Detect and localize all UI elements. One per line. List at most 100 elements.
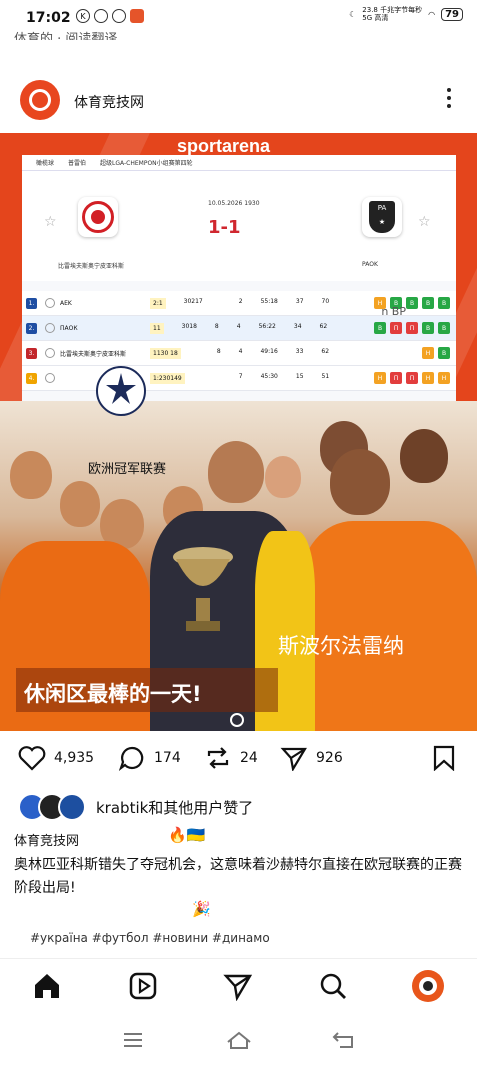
send-icon	[280, 747, 307, 771]
home-icon	[35, 974, 59, 998]
bottom-navigation	[0, 958, 477, 1019]
back-button[interactable]	[332, 1030, 356, 1054]
team-stats: 1130 18 8 4 49:16 33 62	[150, 347, 422, 359]
stat-cell: 70	[321, 297, 330, 305]
form-badges: НППНН	[374, 372, 450, 384]
post-actions: 4,935 174 24 926	[0, 740, 477, 780]
avatar	[58, 793, 86, 821]
form-badge: B	[438, 347, 450, 359]
team-name: AEK	[60, 299, 72, 307]
profile-tab[interactable]	[411, 969, 445, 1003]
favorite-star-icon: ☆	[44, 214, 57, 230]
stat-cell: 33	[295, 347, 304, 355]
messages-tab[interactable]	[221, 969, 255, 1003]
post-image[interactable]: sportarena 橄榄球 普雷伯 超级LGA-CHEMPON小组赛第四轮 ☆…	[0, 133, 477, 731]
stat-cell: 37	[295, 297, 304, 305]
moon-icon: ☾	[349, 9, 357, 19]
share-button[interactable]: 926	[280, 745, 343, 771]
overlay-text: n BP	[381, 305, 406, 318]
more-options-icon[interactable]	[447, 88, 451, 108]
form-badge: B	[374, 322, 386, 334]
caption-headline: 休闲区最棒的一天!	[24, 682, 202, 706]
liked-by-text: krabtik和其他用户赞了	[96, 798, 254, 817]
send-icon	[223, 974, 253, 1001]
stat-cell: 1130 18	[150, 347, 181, 359]
comment-button[interactable]: 174	[118, 745, 181, 771]
network-type: 5G 高清	[362, 14, 389, 22]
k-icon: K	[76, 9, 90, 23]
home-tab[interactable]	[30, 969, 64, 1003]
trophy-icon	[173, 547, 233, 631]
team-name: ПАОК	[60, 324, 78, 332]
party-emoji: 🎉	[192, 900, 211, 918]
comment-icon	[118, 746, 144, 771]
menu-button[interactable]	[122, 1030, 144, 1054]
like-button[interactable]: 4,935	[18, 745, 94, 771]
bookmark-icon	[433, 745, 455, 771]
post-header: 体育竞技网	[0, 78, 477, 122]
app-badge-icon	[130, 9, 144, 23]
form-badge: B	[438, 322, 450, 334]
home-outline-icon	[227, 1031, 251, 1049]
stat-cell: 8	[214, 322, 219, 330]
rank-badge: 4.	[26, 372, 37, 384]
rank-badge: 3.	[26, 347, 37, 359]
away-team-name: PAOK	[362, 261, 378, 268]
team-crest-icon	[45, 348, 55, 358]
bookmark-button[interactable]	[432, 745, 456, 771]
form-badge: П	[406, 322, 418, 334]
home-team-name: 比雷埃夫斯奥宁皮亚科斯	[58, 263, 125, 270]
caption-emoji: 🔥🇺🇦	[168, 826, 206, 844]
stat-cell: 11	[150, 322, 164, 334]
breadcrumb: 橄榄球 普雷伯 超级LGA-CHEMPON小组赛第四轮	[22, 155, 456, 171]
form-badge: Н	[422, 347, 434, 359]
hashtags[interactable]: #україна #футбол #новини #динамо	[30, 931, 270, 945]
team-stats: 2:1 30217 2 55:18 37 70	[150, 297, 374, 309]
form-badge: Н	[422, 372, 434, 384]
like-count: 4,935	[54, 750, 95, 766]
post-author-name[interactable]: 体育竞技网	[74, 92, 144, 112]
crumb-league: 普雷伯	[68, 160, 87, 167]
repost-count: 24	[240, 750, 258, 766]
repost-button[interactable]: 24	[204, 745, 258, 771]
caption-author[interactable]: 体育竞技网	[14, 830, 79, 849]
clock-icon	[94, 9, 108, 23]
notification-icons: K	[76, 9, 144, 23]
play-icon	[129, 972, 157, 1000]
stat-cell: 1:230149	[150, 372, 185, 384]
home-button[interactable]	[226, 1030, 252, 1054]
match-score: 1-1	[208, 217, 241, 238]
liked-by-row[interactable]: krabtik和其他用户赞了	[18, 793, 253, 821]
comment-count: 174	[154, 750, 181, 766]
team-stats: 1:230149 7 45:30 15 51	[150, 372, 374, 384]
stat-cell: 51	[321, 372, 330, 380]
profile-avatar-icon	[412, 970, 444, 1002]
team-crest-icon	[45, 298, 55, 308]
battery-level: 79	[441, 7, 463, 21]
system-navigation	[0, 1022, 477, 1069]
form-badge: B	[406, 297, 418, 309]
team-stats: 11 3018 8 4 56:22 34 62	[150, 322, 374, 334]
stat-cell: 7	[238, 372, 243, 380]
form-badges: BППBB	[374, 322, 450, 334]
reels-tab[interactable]	[126, 969, 160, 1003]
sportarena-logo-icon	[29, 89, 51, 111]
table-row: 3. 比雷埃夫斯奥宁皮亚科斯 1130 18 8 4 49:16 33 62 Н B	[22, 341, 456, 366]
search-tab[interactable]	[316, 969, 350, 1003]
table-row: 4. 1:230149 7 45:30 15 51 Н П П Н Н	[22, 366, 456, 391]
speed-text: 23.8 千兆字节每秒	[362, 6, 423, 14]
caption-club: 斯波尔法雷纳	[278, 634, 404, 658]
match-header: ☆ 比雷埃夫斯奥宁皮亚科斯 10.05.2026 1930 1-1 PA ★ PA…	[22, 171, 456, 281]
author-avatar[interactable]	[20, 80, 60, 120]
heart-icon	[18, 746, 46, 771]
status-right: ☾ 23.8 千兆字节每秒 5G 高清 ◠ 79	[349, 6, 463, 22]
match-date: 10.05.2026 1930	[208, 200, 260, 207]
form-badge: П	[406, 372, 418, 384]
form-badge: Н	[374, 372, 386, 384]
back-icon	[332, 1032, 353, 1048]
stat-cell: 30217	[183, 297, 203, 305]
stat-cell: 45:30	[260, 372, 278, 380]
form-badge: B	[422, 297, 434, 309]
brand-watermark: sportarena	[177, 136, 271, 156]
share-count: 926	[316, 750, 343, 766]
